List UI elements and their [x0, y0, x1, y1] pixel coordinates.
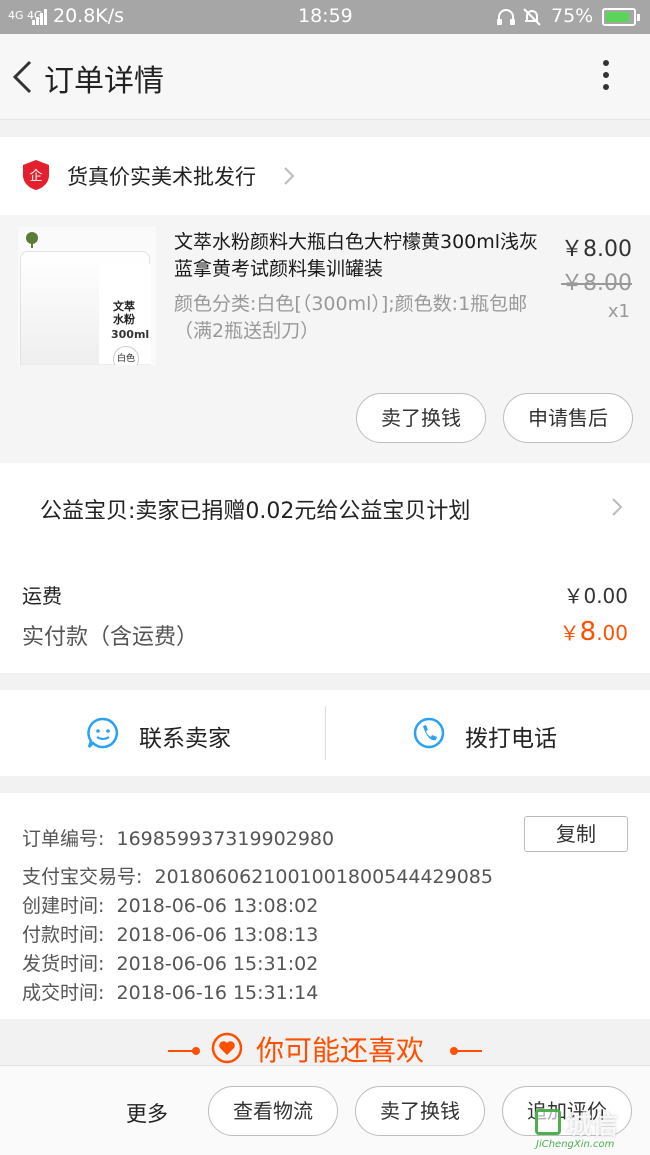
sell-for-cash-button[interactable]: 卖了换钱 — [355, 1086, 485, 1136]
info-label: 付款时间: — [22, 924, 105, 946]
copy-button[interactable]: 复制 — [524, 816, 628, 852]
paid-time: 2018-06-06 13:08:13 — [116, 924, 319, 946]
info-label: 支付宝交易号: — [22, 866, 143, 888]
after-sales-button[interactable]: 申请售后 — [503, 393, 633, 443]
brand-tree-icon — [26, 232, 38, 248]
product-title[interactable]: 文萃水粉颜料大瓶白色大柠檬黄300ml浅灰蓝拿黄考试颜料集训罐装 — [174, 229, 546, 283]
charity-row[interactable]: 公益宝贝:卖家已捐赠0.02元给公益宝贝计划 — [0, 463, 650, 555]
completed-time: 2018-06-16 15:31:14 — [116, 982, 319, 1004]
enterprise-shield-icon: 企 — [23, 160, 49, 190]
signal-icon — [32, 9, 47, 25]
order-number: 169859937319902980 — [116, 828, 335, 850]
shipping-value: ￥0.00 — [563, 584, 628, 608]
order-number-row: 订单编号: 169859937319902980 — [22, 824, 334, 851]
product-price: ￥8.00 — [561, 237, 632, 262]
product-thumbnail[interactable]: 文萃 水粉 300ml 白色 — [18, 227, 156, 365]
contact-seller-button[interactable]: 联系卖家 — [0, 690, 325, 776]
network-speed: 20.8K/s — [53, 5, 125, 27]
battery-percent: 75% — [551, 5, 594, 27]
chevron-right-icon — [612, 498, 623, 516]
info-label: 发货时间: — [22, 953, 105, 975]
product-quantity: x1 — [607, 301, 630, 322]
clock: 18:59 — [298, 5, 353, 27]
watermark-text: 城信 — [566, 1111, 619, 1141]
shipped-time-row: 发货时间: 2018-06-06 15:31:02 — [22, 949, 318, 976]
paid-amount: ￥8.00 — [560, 617, 628, 647]
chevron-right-icon — [284, 167, 295, 185]
chat-bubble-icon — [87, 717, 119, 749]
alipay-trade-row: 支付宝交易号: 2018060621001001800544429085 — [22, 862, 493, 889]
info-label: 创建时间: — [22, 895, 105, 917]
recommend-header: 你可能还喜欢 — [0, 1019, 650, 1067]
alipay-trade-number: 2018060621001001800544429085 — [154, 866, 493, 888]
more-vertical-icon[interactable] — [600, 60, 612, 96]
divider-dot — [192, 1047, 200, 1055]
paid-integer: 8 — [579, 617, 597, 647]
svg-text:企: 企 — [29, 168, 42, 184]
watermark-url: JiChengXin.com — [536, 1139, 615, 1150]
paid-label: 实付款（含运费） — [22, 625, 199, 650]
shipped-time: 2018-06-06 15:31:02 — [116, 953, 319, 975]
contact-seller-label: 联系卖家 — [139, 726, 231, 752]
shop-row[interactable]: 企 货真价实美术批发行 — [0, 137, 650, 215]
order-item[interactable]: 文萃 水粉 300ml 白色 文萃水粉颜料大瓶白色大柠檬黄300ml浅灰蓝拿黄考… — [0, 215, 650, 463]
info-label: 订单编号: — [22, 828, 105, 850]
chevron-left-icon[interactable] — [10, 58, 36, 96]
product-spec: 颜色分类:白色[（300ml）];颜色数:1瓶包邮（满2瓶送刮刀） — [174, 293, 528, 342]
page-title: 订单详情 — [44, 64, 164, 99]
heart-icon — [211, 1032, 243, 1064]
completed-time-row: 成交时间: 2018-06-16 15:31:14 — [22, 978, 318, 1005]
thumb-label-volume: 300ml — [111, 328, 150, 341]
more-button[interactable]: 更多 — [126, 1098, 168, 1128]
info-label: 成交时间: — [22, 982, 105, 1004]
shipping-label: 运费 — [22, 584, 62, 608]
shop-name: 货真价实美术批发行 — [67, 165, 256, 189]
headphones-icon — [497, 9, 515, 25]
call-phone-button[interactable]: 拨打电话 — [326, 690, 650, 776]
thumb-label-brand: 文萃 水粉 — [113, 300, 135, 326]
order-info: 订单编号: 169859937319902980 复制 支付宝交易号: 2018… — [0, 793, 650, 1019]
contact-bar: 联系卖家 拨打电话 — [0, 690, 650, 776]
status-bar: 4G 4G 20.8K/s 18:59 75% — [0, 0, 650, 34]
fees-section: 运费 ￥0.00 实付款（含运费） ￥8.00 — [0, 555, 650, 673]
watermark: 城信 JiChengXin.com — [530, 1103, 650, 1155]
nav-bar: 订单详情 — [0, 34, 650, 120]
thumb-label-color: 白色 — [113, 346, 139, 365]
divider — [454, 1050, 482, 1052]
mute-bell-icon — [523, 8, 541, 26]
product-original-price: ￥8.00 — [561, 271, 632, 296]
recommend-title: 你可能还喜欢 — [256, 1034, 425, 1067]
paid-currency: ￥ — [559, 621, 580, 645]
product-jar-image: 文萃 水粉 300ml 白色 — [20, 251, 151, 365]
watermark-logo-icon — [535, 1109, 561, 1135]
view-logistics-button[interactable]: 查看物流 — [208, 1086, 338, 1136]
sell-for-cash-button[interactable]: 卖了换钱 — [356, 393, 486, 443]
battery-icon — [602, 8, 640, 26]
phone-icon — [413, 717, 445, 749]
paid-time-row: 付款时间: 2018-06-06 13:08:13 — [22, 920, 318, 947]
charity-text: 公益宝贝:卖家已捐赠0.02元给公益宝贝计划 — [40, 499, 471, 524]
created-time-row: 创建时间: 2018-06-06 13:08:02 — [22, 891, 318, 918]
call-phone-label: 拨打电话 — [465, 726, 557, 752]
created-time: 2018-06-06 13:08:02 — [116, 895, 319, 917]
paid-decimal: .00 — [596, 621, 628, 645]
